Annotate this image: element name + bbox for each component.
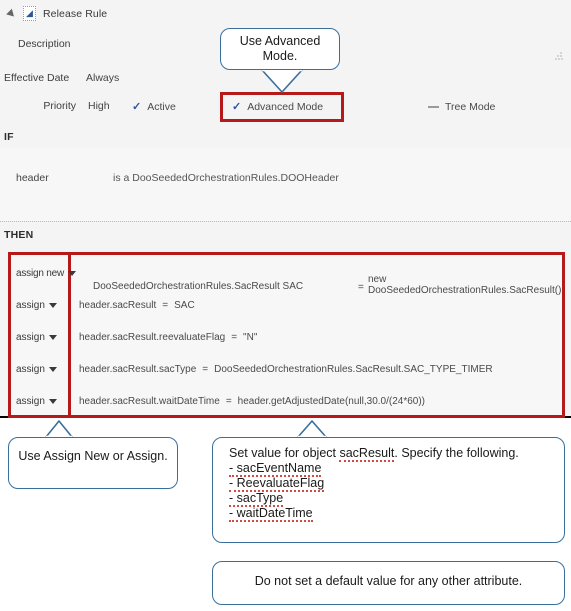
check-icon: ✓ <box>132 100 142 113</box>
action-expression-2: header.sacResult.reevaluateFlag = "N" <box>68 332 562 343</box>
field-priority: Priority High <box>30 100 110 112</box>
action-expression-3: header.sacResult.sacType = DooSeededOrch… <box>68 364 562 375</box>
table-row: assign header.sacResult.sacType = DooSee… <box>11 353 562 385</box>
action-expression-1: header.sacResult = SAC <box>68 300 562 311</box>
if-section-label: IF <box>4 131 14 143</box>
if-clause-term[interactable]: header <box>16 172 49 184</box>
effective-date-label: Effective Date <box>4 72 70 84</box>
callout-heading-before: Set value for object <box>229 446 340 460</box>
list-item-label: - waitDateTime <box>229 506 313 522</box>
action-operator-label: assign <box>16 363 45 375</box>
list-item: - ReevaluateFlag <box>229 476 564 492</box>
checkbox-tree-mode-label: Tree Mode <box>445 101 496 113</box>
action-operator-select-0[interactable]: assign new <box>11 267 77 279</box>
chevron-down-icon[interactable] <box>48 334 57 340</box>
action-lhs-3[interactable]: header.sacResult.sacType <box>79 364 196 375</box>
action-operator-select-3[interactable]: assign <box>11 364 68 375</box>
callout-default-value: Do not set a default value for any other… <box>212 561 565 605</box>
action-equals: = <box>202 363 209 375</box>
list-item: - waitDateTime <box>229 506 564 522</box>
field-description: Description <box>18 38 71 50</box>
panel-header: ◢ Release Rule <box>0 0 571 27</box>
rule-editor-screenshot: ◢ Release Rule Description Effective Dat… <box>0 0 571 611</box>
callout-default-value-text: Do not set a default value for any other… <box>254 574 523 588</box>
action-operator-label: assign <box>16 331 45 343</box>
priority-value[interactable]: High <box>88 100 110 112</box>
action-rhs-2[interactable]: "N" <box>243 332 257 343</box>
list-item-label: - ReevaluateFlag <box>229 476 325 492</box>
action-operator-label: assign <box>16 395 45 407</box>
page-title: Release Rule <box>43 7 108 20</box>
action-expression-4: header.sacResult.waitDateTime = header.g… <box>68 396 562 407</box>
disclosure-triangle-icon[interactable] <box>6 8 17 19</box>
chevron-down-icon[interactable] <box>48 366 57 372</box>
if-clause-expression[interactable]: is a DooSeededOrchestrationRules.DOOHead… <box>113 172 339 184</box>
table-row: assign header.sacResult.reevaluateFlag =… <box>11 321 562 353</box>
dash-icon <box>428 106 439 108</box>
action-operator-select-1[interactable]: assign <box>11 300 68 311</box>
callout-heading-after: . Specify the following. <box>394 446 519 460</box>
table-row: assign header.sacResult.waitDateTime = h… <box>11 385 562 417</box>
action-lhs-2[interactable]: header.sacResult.reevaluateFlag <box>79 332 225 343</box>
chevron-down-icon[interactable] <box>68 270 77 276</box>
action-operator-label: assign <box>16 299 45 311</box>
callout-advanced-mode: Use Advanced Mode. <box>220 28 340 70</box>
effective-date-value[interactable]: Always <box>86 72 119 84</box>
priority-label: Priority <box>43 100 76 112</box>
field-effective-date: Effective Date Always <box>4 72 119 84</box>
action-rhs-4[interactable]: header.getAdjustedDate(null,30.0/(24*60)… <box>238 396 425 407</box>
action-operator-label: assign new <box>16 267 65 279</box>
table-row: assign header.sacResult = SAC <box>11 289 562 321</box>
chevron-down-icon[interactable] <box>48 398 57 404</box>
callout-advanced-mode-text: Use Advanced Mode. <box>239 34 321 63</box>
callout-set-value: Set value for object sacResult. Specify … <box>212 437 565 543</box>
if-clause-row: header is a DooSeededOrchestrationRules.… <box>0 148 571 221</box>
checkbox-active-label: Active <box>147 101 176 113</box>
highlight-box-advanced-mode <box>220 92 344 122</box>
resize-grip-icon[interactable] <box>555 52 563 60</box>
rule-document-icon: ◢ <box>23 6 36 21</box>
action-equals: = <box>231 331 238 343</box>
list-item-label: - sacType <box>229 491 284 507</box>
list-item-label: - sacEventName <box>229 461 322 477</box>
action-rhs-line1: new <box>368 274 387 285</box>
action-operator-select-2[interactable]: assign <box>11 332 68 343</box>
action-operator-select-4[interactable]: assign <box>11 396 68 407</box>
action-lhs-4[interactable]: header.sacResult.waitDateTime <box>79 396 220 407</box>
description-label: Description <box>18 38 71 50</box>
list-item: - sacEventName <box>229 461 564 477</box>
list-item: - sacType <box>229 491 564 507</box>
callout-heading-term: sacResult <box>339 446 395 462</box>
action-lhs-1[interactable]: header.sacResult <box>79 300 156 311</box>
action-rhs-1[interactable]: SAC <box>174 300 195 311</box>
callout-assign: Use Assign New or Assign. <box>8 437 178 489</box>
table-row: assign new DooSeededOrchestrationRules.S… <box>11 257 562 297</box>
callout-set-value-list: - sacEventName - ReevaluateFlag - sacTyp… <box>229 461 564 522</box>
chevron-down-icon[interactable] <box>48 302 57 308</box>
checkbox-tree-mode[interactable]: Tree Mode <box>428 101 495 113</box>
highlight-box-then-actions: assign new DooSeededOrchestrationRules.S… <box>8 252 565 418</box>
action-equals: = <box>162 299 169 311</box>
divider-if-bottom <box>0 221 571 222</box>
callout-set-value-heading: Set value for object sacResult. Specify … <box>229 446 564 462</box>
callout-assign-text: Use Assign New or Assign. <box>18 449 168 463</box>
checkbox-active[interactable]: ✓ Active <box>132 101 176 113</box>
action-rhs-3[interactable]: DooSeededOrchestrationRules.SacResult.SA… <box>214 364 492 375</box>
then-section-label: THEN <box>4 229 34 241</box>
action-equals: = <box>225 395 232 407</box>
